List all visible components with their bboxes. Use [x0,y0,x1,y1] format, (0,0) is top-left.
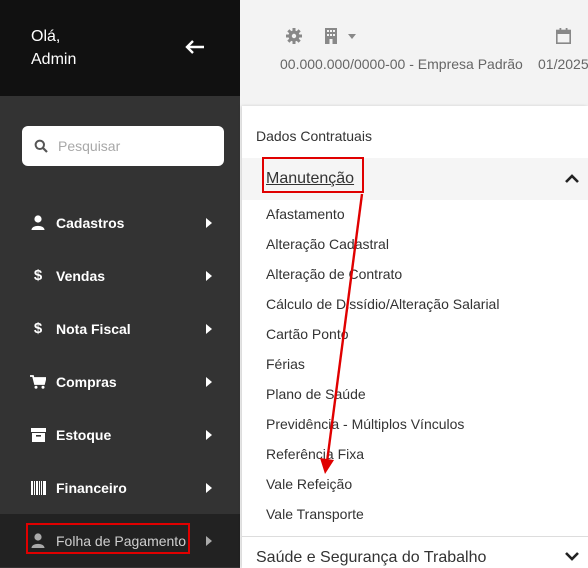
menu-item-afastamento[interactable]: Afastamento [266,206,345,222]
menu-item-vale-transporte[interactable]: Vale Transporte [266,506,364,522]
section-title: Saúde e Segurança do Trabalho [256,549,487,566]
menu-item-plano-de-saude[interactable]: Plano de Saúde [266,386,366,402]
caret-right-icon [206,482,212,493]
menu-item-alteracao-cadastral[interactable]: Alteração Cadastral [266,236,389,252]
menu-item-alteracao-de-contrato[interactable]: Alteração de Contrato [266,266,402,282]
sidebar-item-nota-fiscal[interactable]: $ Nota Fiscal [0,302,240,355]
sidebar-header: Olá, Admin [0,0,240,96]
period-date[interactable]: 01/2025 [538,56,588,72]
caret-right-icon [206,270,212,281]
annotation-highlight-folha [26,523,190,554]
greeting-line-1: Olá, [31,28,61,45]
user-icon [30,215,46,231]
sidebar-item-label: Estoque [56,426,112,443]
dollar-icon: $ [33,267,43,284]
arrow-left-icon[interactable] [182,34,208,60]
menu-item-vale-refeicao[interactable]: Vale Refeição [266,476,352,492]
caret-right-icon [206,429,212,440]
sidebar-item-label: Vendas [56,267,106,284]
sidebar-item-cadastros[interactable]: Cadastros [0,196,240,249]
caret-right-icon [206,535,212,546]
caret-right-icon [206,217,212,228]
sidebar-item-label: Financeiro [56,479,127,496]
user-greeting: Olá, Admin [31,25,76,71]
chevron-down-icon[interactable] [348,34,356,39]
menu-item-previdencia[interactable]: Previdência - Múltiplos Vínculos [266,416,464,432]
annotation-highlight-manutencao [262,157,364,193]
archive-icon [30,427,46,443]
sidebar-item-label: Nota Fiscal [56,320,131,337]
search-input[interactable] [58,138,208,154]
cart-icon [30,374,46,390]
sidebar-item-label: Cadastros [56,214,125,231]
caret-right-icon [206,323,212,334]
menu-item-ferias[interactable]: Férias [266,356,305,372]
sidebar-item-compras[interactable]: Compras [0,355,240,408]
company-label[interactable]: 00.000.000/0000-00 - Empresa Padrão [280,56,523,72]
sidebar-item-label: Compras [56,373,117,390]
menu-link-dados-contratuais[interactable]: Dados Contratuais [256,128,372,144]
sidebar-item-vendas[interactable]: $ Vendas [0,249,240,302]
caret-right-icon [206,376,212,387]
chevron-up-icon[interactable] [564,172,580,190]
sidebar-search[interactable] [22,126,224,166]
section-saude-seguranca-header[interactable]: Saúde e Segurança do Trabalho [242,536,588,568]
building-icon[interactable] [324,28,338,49]
sidebar: Olá, Admin Cadastros $ Vendas $ Nota Fis… [0,0,240,568]
dollar-icon: $ [33,320,43,337]
sidebar-item-financeiro[interactable]: Financeiro [0,461,240,514]
calendar-icon[interactable] [556,28,571,49]
barcode-icon [30,480,46,496]
menu-item-calculo-de-dissidio[interactable]: Cálculo de Dissídio/Alteração Salarial [266,296,499,312]
greeting-user-name: Admin [31,51,77,68]
menu-item-cartao-ponto[interactable]: Cartão Ponto [266,326,349,342]
search-icon [34,139,48,153]
menu-item-referencia-fixa[interactable]: Referência Fixa [266,446,364,462]
chevron-down-icon[interactable] [564,549,580,567]
gear-icon[interactable] [286,28,302,49]
sidebar-item-estoque[interactable]: Estoque [0,408,240,461]
